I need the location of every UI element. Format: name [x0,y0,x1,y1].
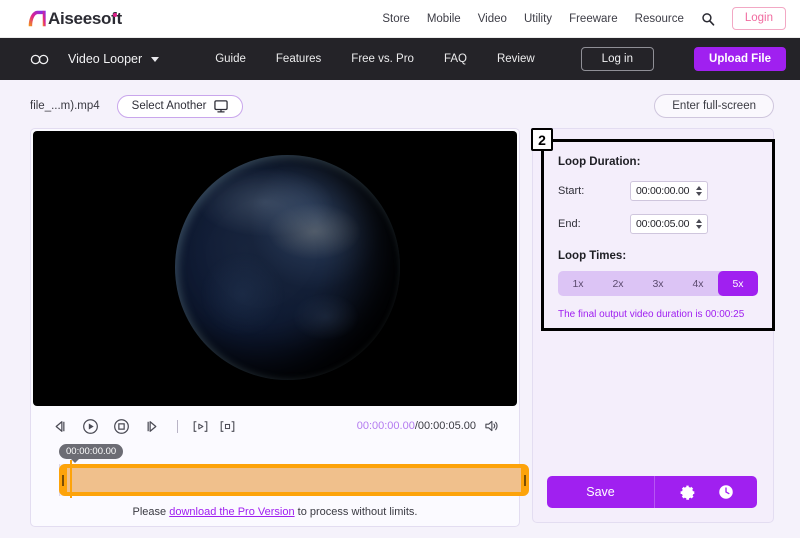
file-name: file_...m).mp4 [30,100,100,112]
settings-column: 2 Loop Duration: Start: 00:00:00.00 End:… [531,128,775,527]
set-start-bracket-icon[interactable] [192,418,209,435]
main-content: 00:00:00.00/00:00:05.00 00:00:00.00 Plea… [0,120,800,527]
top-nav: Store Mobile Video Utility Freeware Reso… [382,7,786,30]
product-name: Video Looper [68,52,143,66]
top-nav-item-mobile[interactable]: Mobile [427,13,461,25]
logo-mark-icon [28,10,46,27]
save-extra-actions [654,476,757,508]
nav-item-guide[interactable]: Guide [215,53,246,65]
app-root: Aiseesoft Store Mobile Video Utility Fre… [0,0,800,538]
pro-note-prefix: Please [132,506,170,518]
end-time-input[interactable]: 00:00:05.00 [630,214,708,234]
start-label: Start: [558,185,585,197]
nav-item-review[interactable]: Review [497,53,535,65]
loop-option-1x[interactable]: 1x [558,271,598,296]
top-nav-item-resource[interactable]: Resource [635,13,684,25]
top-header: Aiseesoft Store Mobile Video Utility Fre… [0,0,800,38]
monitor-icon [214,99,229,113]
total-time: /00:00:05.00 [414,420,476,432]
start-stepper-icon[interactable] [696,186,702,196]
player-controls: 00:00:00.00/00:00:05.00 [31,410,519,442]
enter-fullscreen-button[interactable]: Enter full-screen [654,94,774,118]
loop-times-selector: 1x 2x 3x 4x 5x [558,271,758,296]
start-field-row: Start: 00:00:00.00 [558,181,758,201]
end-label: End: [558,218,581,230]
nav-item-faq[interactable]: FAQ [444,53,467,65]
timeline-tooltip: 00:00:00.00 [59,444,124,463]
logo-dot-icon [113,12,118,17]
video-preview[interactable] [33,131,517,406]
save-row: Save [547,476,757,508]
set-end-bracket-icon[interactable] [219,418,236,435]
upload-file-button[interactable]: Upload File [694,47,786,71]
loop-option-3x[interactable]: 3x [638,271,678,296]
pro-version-note: Please download the Pro Version to proce… [31,500,519,526]
previous-frame-icon[interactable] [51,418,68,435]
final-duration-note: The final output video duration is 00:00… [558,309,758,320]
logo-text: Aiseesoft [48,8,122,28]
nav-item-free-vs-pro[interactable]: Free vs. Pro [351,53,414,65]
nav-item-features[interactable]: Features [276,53,321,65]
loop-option-4x[interactable]: 4x [678,271,718,296]
start-time-value: 00:00:00.00 [636,185,690,197]
volume-icon[interactable] [484,419,499,433]
final-note-text: The final output video duration is [558,309,706,320]
top-nav-item-store[interactable]: Store [382,13,410,25]
settings-card: 2 Loop Duration: Start: 00:00:00.00 End:… [531,128,775,523]
step-badge-2: 2 [531,128,553,151]
infinity-icon [30,54,49,64]
timeline[interactable]: 00:00:00.00 [41,442,529,500]
play-icon[interactable] [82,418,99,435]
save-button[interactable]: Save [547,476,654,508]
download-pro-version-link[interactable]: download the Pro Version [169,506,294,518]
time-display: 00:00:00.00/00:00:05.00 [357,420,476,432]
pro-note-suffix: to process without limits. [294,506,418,518]
select-another-label: Select Another [131,100,207,112]
start-time-input[interactable]: 00:00:00.00 [630,181,708,201]
clock-icon[interactable] [718,484,734,500]
file-bar: file_...m).mp4 Select Another Enter full… [0,80,800,120]
preview-card: 00:00:00.00/00:00:05.00 00:00:00.00 Plea… [30,128,529,527]
chevron-down-icon[interactable] [151,56,160,62]
product-nav: Video Looper Guide Features Free vs. Pro… [0,38,800,80]
loop-settings-highlight: 2 Loop Duration: Start: 00:00:00.00 End:… [531,128,775,331]
select-another-button[interactable]: Select Another [116,94,244,118]
timeline-handle-start[interactable] [59,468,67,492]
search-icon[interactable] [701,12,715,26]
loop-times-title: Loop Times: [558,250,627,262]
timeline-selection[interactable] [59,464,529,496]
stop-icon[interactable] [113,418,130,435]
video-frame-earth [175,155,400,380]
next-frame-icon[interactable] [144,418,161,435]
earth-limb [175,155,400,380]
top-nav-item-freeware[interactable]: Freeware [569,13,618,25]
final-duration-value: 00:00:25 [705,309,745,320]
end-time-value: 00:00:05.00 [636,218,690,230]
loop-duration-title: Loop Duration: [558,156,641,168]
aiseesoft-logo[interactable]: Aiseesoft [26,9,127,29]
loop-option-5x[interactable]: 5x [718,271,758,296]
end-stepper-icon[interactable] [696,219,702,229]
end-field-row: End: 00:00:05.00 [558,214,758,234]
product-nav-links: Guide Features Free vs. Pro FAQ Review L… [215,47,786,71]
top-nav-item-video[interactable]: Video [478,13,507,25]
controls-divider [177,419,178,433]
timeline-handle-end[interactable] [521,468,529,492]
log-in-button[interactable]: Log in [580,47,655,71]
current-time: 00:00:00.00 [356,420,415,432]
loop-option-2x[interactable]: 2x [598,271,638,296]
top-nav-item-utility[interactable]: Utility [524,13,552,25]
gear-icon[interactable] [679,484,696,501]
login-button[interactable]: Login [731,7,786,30]
timeline-playhead[interactable] [70,460,72,498]
